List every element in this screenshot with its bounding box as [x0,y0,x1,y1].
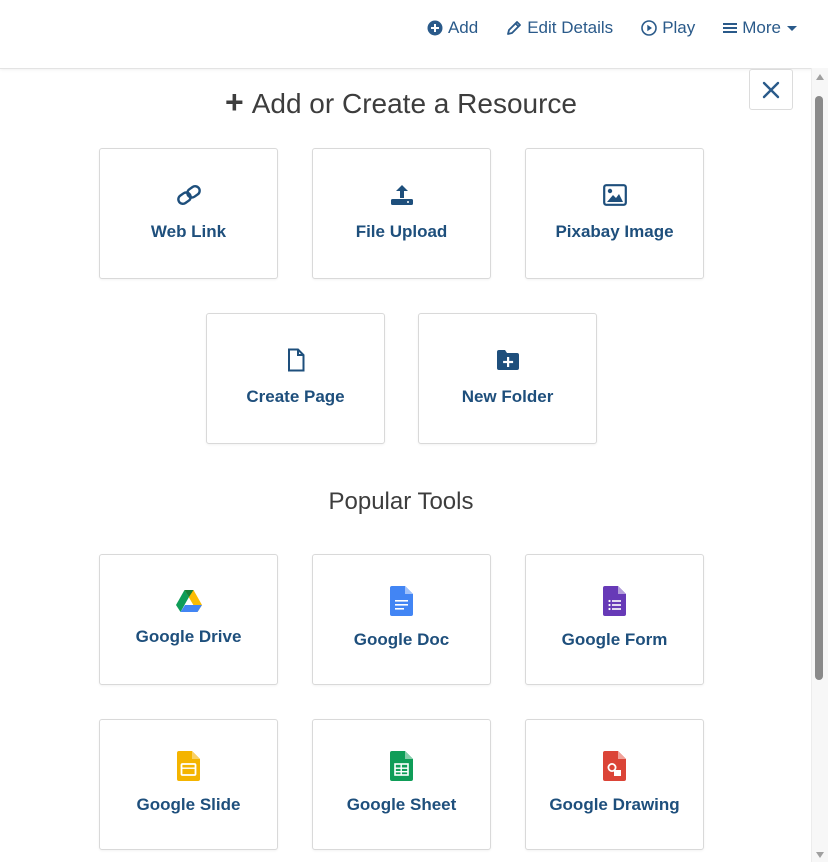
tool-label: Google Form [561,630,668,649]
resource-label: Create Page [246,387,345,406]
play-label: Play [662,18,696,37]
resource-card-web-link[interactable]: Web Link [99,148,278,279]
popular-tools-title: Popular Tools [328,488,474,515]
plus-circle-icon [427,20,443,36]
tool-card-google-drawing[interactable]: Google Drawing [525,719,704,850]
google-doc-icon [390,586,413,616]
modal-title: + Add or Create a Resource [0,84,802,121]
google-drawing-icon [603,751,626,781]
top-toolbar: Add Edit Details Play More [0,0,828,69]
upload-icon [390,185,413,205]
modal-title-text: Add or Create a Resource [251,88,577,119]
image-icon [602,184,627,206]
add-label: Add [447,18,479,37]
pencil-icon [507,21,522,35]
edit-details-label: Edit Details [527,18,614,37]
tool-label: Google Drive [135,627,242,646]
scrollbar-thumb[interactable] [815,96,823,680]
toolbar-nav: Add Edit Details Play More [427,18,798,38]
tool-card-google-sheet[interactable]: Google Sheet [312,719,491,850]
resource-card-file-upload[interactable]: File Upload [312,148,491,279]
file-icon [287,348,304,372]
scrollbar[interactable] [811,68,828,862]
resource-label: Web Link [150,222,227,241]
link-icon [176,184,201,206]
tool-label: Google Slide [136,795,241,814]
resource-card-new-folder[interactable]: New Folder [418,313,597,444]
plus-icon: + [225,84,244,120]
folder-plus-icon [496,350,519,370]
more-label: More [742,18,781,37]
google-slide-icon [177,751,200,781]
scroll-down-arrow[interactable] [816,852,824,858]
more-menu-button[interactable]: More [723,18,798,38]
resource-label: New Folder [461,387,554,406]
scroll-up-arrow[interactable] [816,74,824,80]
tool-label: Google Doc [353,630,450,649]
resource-card-create-page[interactable]: Create Page [206,313,385,444]
google-form-icon [603,586,626,616]
edit-details-button[interactable]: Edit Details [506,18,613,38]
resource-label: File Upload [355,222,448,241]
caret-down-icon [787,26,797,31]
tool-card-google-form[interactable]: Google Form [525,554,704,685]
play-button[interactable]: Play [641,18,695,38]
play-circle-icon [641,20,657,36]
google-drive-icon [175,590,202,612]
tool-card-google-drive[interactable]: Google Drive [99,554,278,685]
google-sheet-icon [390,751,413,781]
resource-card-pixabay-image[interactable]: Pixabay Image [525,148,704,279]
tool-card-google-slide[interactable]: Google Slide [99,719,278,850]
tool-card-google-doc[interactable]: Google Doc [312,554,491,685]
tool-label: Google Sheet [346,795,457,814]
add-button[interactable]: Add [427,18,478,38]
hamburger-icon [723,23,738,33]
tool-label: Google Drawing [549,795,680,814]
resource-label: Pixabay Image [555,222,674,241]
